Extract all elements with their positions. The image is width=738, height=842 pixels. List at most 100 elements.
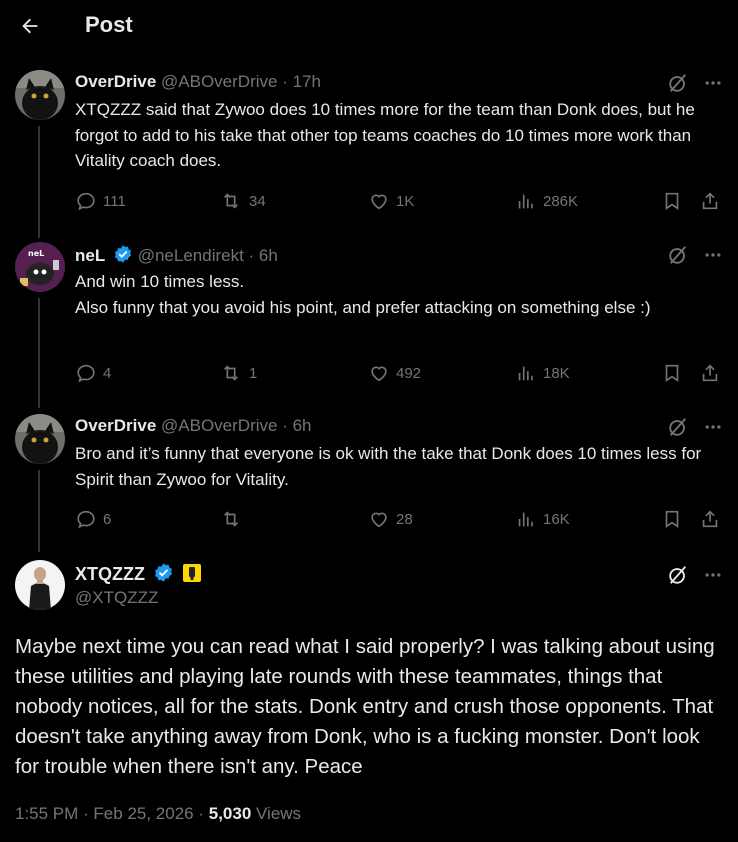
reply-button[interactable]: 111	[75, 190, 126, 212]
reply-item[interactable]: OverDrive @ABOverDrive · 6h Bro and it’s…	[0, 408, 738, 552]
views-button[interactable]: 16K	[515, 508, 570, 530]
thread-connector	[38, 298, 40, 408]
post-controls	[667, 72, 723, 94]
like-button[interactable]: 1K	[368, 190, 414, 212]
author-name[interactable]: OverDrive	[75, 72, 156, 91]
page-title: Post	[85, 12, 133, 37]
author-name[interactable]: XTQZZZ	[75, 564, 145, 584]
bookmark-button[interactable]	[661, 508, 683, 530]
views-count: 16K	[543, 510, 570, 528]
svg-text:neL: neL	[28, 249, 44, 258]
verified-badge-icon	[114, 245, 132, 263]
reply-text: XTQZZZ said that Zywoo does 10 times mor…	[75, 100, 695, 170]
repost-count: 1	[249, 364, 258, 382]
bookmark-button[interactable]	[661, 362, 683, 384]
more-button[interactable]	[703, 73, 723, 93]
share-button[interactable]	[699, 508, 721, 530]
avatar[interactable]	[15, 414, 65, 464]
post-time[interactable]: 1:55 PM	[15, 804, 78, 823]
reply-button[interactable]: 6	[75, 508, 111, 530]
like-count: 492	[396, 364, 422, 382]
grok-icon	[669, 566, 687, 584]
reply-text: And win 10 times less. Also funny that y…	[75, 272, 651, 317]
repost-icon	[223, 511, 239, 527]
verified-badge-icon	[155, 563, 173, 582]
reply-text: Bro and it’s funny that everyone is ok w…	[75, 444, 702, 489]
grok-button[interactable]	[667, 244, 689, 266]
action-bar: 4 1 492 18K	[75, 362, 725, 388]
reply-header: OverDrive @ABOverDrive · 6h	[75, 416, 312, 436]
post-date[interactable]: Feb 25, 2026	[93, 804, 193, 823]
like-count: 28	[396, 510, 413, 528]
bookmark-icon	[665, 510, 679, 528]
separator-dot: ·	[78, 804, 94, 823]
views-button[interactable]: 286K	[515, 190, 578, 212]
author-header: XTQZZZ	[75, 562, 202, 585]
more-button[interactable]	[703, 565, 723, 585]
grok-button[interactable]	[667, 564, 689, 586]
share-button[interactable]	[699, 190, 721, 212]
post-time[interactable]: 17h	[293, 72, 321, 91]
like-icon	[371, 366, 387, 382]
more-button[interactable]	[703, 245, 723, 265]
more-icon	[705, 425, 721, 429]
reply-button[interactable]: 4	[75, 362, 111, 384]
reply-count: 6	[103, 510, 112, 528]
author-name[interactable]: neL	[75, 246, 105, 265]
bookmark-button[interactable]	[661, 190, 683, 212]
author-handle[interactable]: @neLendirekt	[138, 246, 244, 265]
post-time[interactable]: 6h	[293, 416, 312, 435]
repost-button[interactable]: 34	[219, 190, 266, 212]
like-icon	[371, 512, 387, 528]
views-icon	[518, 194, 533, 209]
reply-icon	[77, 510, 95, 529]
views-button[interactable]: 18K	[515, 362, 570, 384]
author-handle[interactable]: @ABOverDrive	[161, 72, 277, 91]
author-handle[interactable]: @XTQZZZ	[75, 588, 158, 608]
reply-item[interactable]: neL neL @neLendirekt · 6h And win 10 tim…	[0, 236, 738, 408]
repost-icon	[223, 365, 239, 381]
more-button[interactable]	[703, 417, 723, 437]
grok-icon	[669, 74, 687, 92]
header-bar: Post	[0, 0, 738, 52]
author-handle[interactable]: @ABOverDrive	[161, 416, 277, 435]
post-text: Maybe next time you can read what I said…	[15, 635, 715, 778]
thread-connector	[38, 470, 40, 552]
like-icon	[371, 194, 387, 210]
avatar[interactable]: neL	[15, 242, 65, 292]
avatar[interactable]	[15, 560, 65, 610]
post-time[interactable]: 6h	[259, 246, 278, 265]
reply-header: neL @neLendirekt · 6h	[75, 244, 278, 266]
repost-button[interactable]: 1	[219, 362, 257, 384]
reply-header: OverDrive @ABOverDrive · 17h	[75, 72, 321, 92]
views-icon	[518, 512, 533, 527]
post-controls	[667, 564, 723, 586]
thread-connector	[38, 126, 40, 238]
post-meta: 1:55 PM · Feb 25, 2026 · 5,030 Views	[15, 804, 301, 824]
grok-button[interactable]	[667, 72, 689, 94]
affiliate-badge-icon[interactable]	[182, 563, 202, 583]
share-icon	[702, 192, 718, 210]
avatar[interactable]	[15, 70, 65, 120]
author-name[interactable]: OverDrive	[75, 416, 156, 435]
more-icon	[705, 81, 721, 85]
action-bar: 111 34 1K 286K	[75, 190, 725, 216]
repost-button[interactable]	[219, 508, 249, 530]
arrow-left-icon	[22, 18, 38, 34]
separator-dot: ·	[193, 804, 209, 823]
like-button[interactable]: 28	[368, 508, 413, 530]
repost-icon	[223, 193, 239, 209]
reply-count: 111	[103, 192, 126, 210]
views-label: Views	[256, 804, 302, 823]
like-button[interactable]: 492	[368, 362, 421, 384]
bookmark-icon	[665, 192, 679, 210]
views-icon	[518, 366, 533, 381]
reply-icon	[77, 364, 95, 383]
share-icon	[702, 510, 718, 528]
separator-dot: ·	[243, 246, 259, 265]
action-bar: 6 28 16K	[75, 508, 725, 534]
grok-button[interactable]	[667, 416, 689, 438]
share-button[interactable]	[699, 362, 721, 384]
reply-item[interactable]: OverDrive @ABOverDrive · 17h XTQZZZ said…	[0, 64, 738, 238]
back-button[interactable]	[16, 12, 44, 40]
